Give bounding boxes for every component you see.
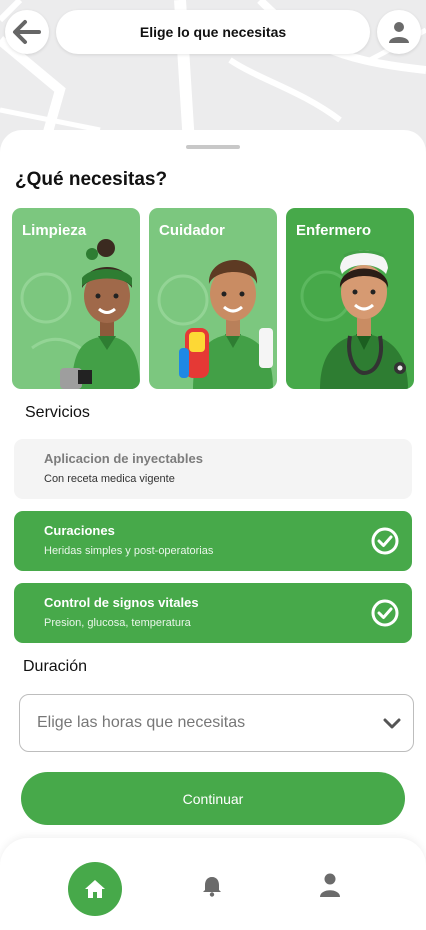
bottom-sheet: ¿Qué necesitas? Limpieza Cuidador Enferm…	[0, 130, 426, 930]
continue-button[interactable]: Continuar	[21, 772, 405, 825]
service-title: Aplicacion de inyectables	[44, 451, 203, 466]
back-button[interactable]	[5, 10, 49, 54]
duration-label: Duración	[23, 658, 88, 675]
duration-select[interactable]: Elige las horas que necesitas	[19, 694, 414, 752]
service-title: Control de signos vitales	[44, 595, 199, 610]
question-heading: ¿Qué necesitas?	[15, 169, 168, 190]
category-card-enfermero[interactable]: Enfermero	[286, 208, 414, 389]
service-subtitle: Heridas simples y post-operatorias	[44, 545, 214, 557]
service-option-curaciones[interactable]: Curaciones Heridas simples y post-operat…	[14, 511, 412, 571]
category-label: Cuidador	[159, 222, 225, 239]
bell-icon	[203, 877, 221, 897]
category-card-limpieza[interactable]: Limpieza	[12, 208, 140, 389]
sheet-handle[interactable]	[186, 145, 240, 149]
check-circle-icon	[371, 599, 399, 627]
nav-notifications-button[interactable]	[200, 874, 224, 903]
check-circle-icon	[371, 527, 399, 555]
category-cards: Limpieza Cuidador Enfermero	[12, 208, 415, 389]
service-title: Curaciones	[44, 523, 115, 538]
category-card-cuidador[interactable]: Cuidador	[149, 208, 277, 389]
profile-button[interactable]	[377, 10, 421, 54]
nav-home-button[interactable]	[68, 862, 122, 916]
home-icon	[85, 880, 105, 898]
user-icon	[320, 873, 340, 897]
duration-select-placeholder: Elige las horas que necesitas	[37, 714, 246, 731]
category-label: Limpieza	[22, 222, 87, 239]
service-option-inyectables[interactable]: Aplicacion de inyectables Con receta med…	[14, 439, 412, 499]
bottom-nav	[0, 838, 426, 930]
services-label: Servicios	[25, 404, 90, 421]
service-option-signos-vitales[interactable]: Control de signos vitales Presion, gluco…	[14, 583, 412, 643]
service-subtitle: Con receta medica vigente	[44, 473, 175, 485]
category-label: Enfermero	[296, 222, 372, 239]
user-icon	[389, 22, 409, 43]
nav-profile-button[interactable]	[318, 872, 342, 903]
arrow-left-icon	[13, 20, 41, 44]
chevron-down-icon	[383, 718, 401, 729]
page-title: Elige lo que necesitas	[56, 10, 370, 54]
service-subtitle: Presion, glucosa, temperatura	[44, 617, 191, 629]
